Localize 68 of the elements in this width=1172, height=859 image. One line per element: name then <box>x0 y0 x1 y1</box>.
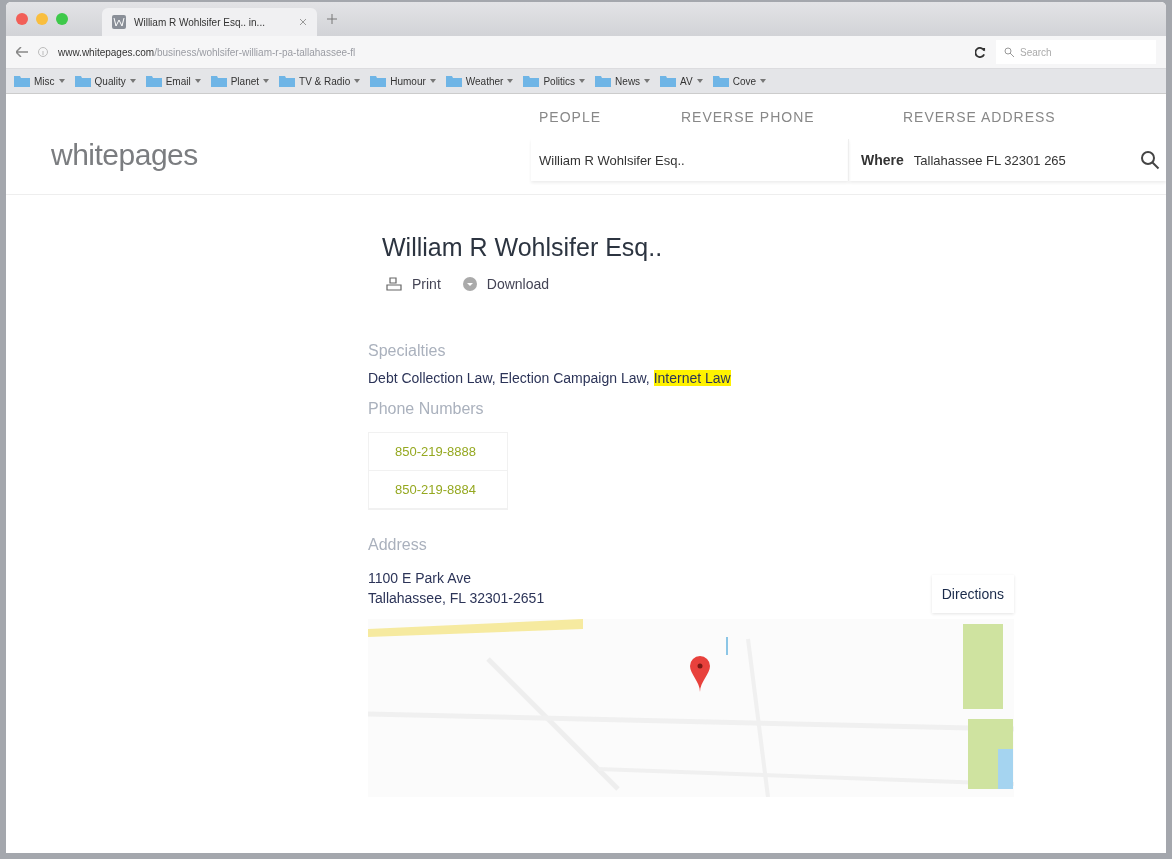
action-label: Print <box>412 276 441 292</box>
folder-icon <box>210 75 227 87</box>
zoom-window-button[interactable] <box>56 13 68 25</box>
folder-icon <box>145 75 162 87</box>
minimize-window-button[interactable] <box>36 13 48 25</box>
bookmark-folder[interactable]: AV <box>680 75 693 87</box>
bookmark-folder[interactable]: Misc <box>34 75 55 87</box>
folder-icon <box>279 75 296 87</box>
caret-icon <box>760 79 767 83</box>
reload-icon[interactable] <box>975 46 986 58</box>
caret-icon <box>579 79 586 83</box>
new-tab-icon[interactable] <box>327 14 337 24</box>
address-line: Tallahassee, FL 32301-2651 <box>368 589 545 609</box>
folder-icon <box>370 75 387 87</box>
caret-icon <box>696 79 703 83</box>
bookmark-folder[interactable]: Planet <box>230 75 260 87</box>
bookmark-folder[interactable]: Quality <box>94 75 126 87</box>
search-placeholder: Search <box>1020 46 1052 58</box>
section-heading: Specialties <box>368 342 447 360</box>
folder-icon <box>445 75 462 87</box>
browser-tab[interactable]: William R Wohlsifer Esq.. in... <box>102 8 317 36</box>
action-label: Download <box>486 276 550 292</box>
caret-icon <box>507 79 514 83</box>
folder-icon <box>74 75 91 87</box>
section-heading: Phone Numbers <box>368 400 485 418</box>
tab-title: William R Wohlsifer Esq.. in... <box>134 16 266 28</box>
nav-link[interactable]: REVERSE PHONE <box>681 108 903 125</box>
download-link[interactable]: Download <box>462 276 550 292</box>
nav-link[interactable]: REVERSE ADDRESS <box>903 108 1103 125</box>
bookmark-folder[interactable]: Weather <box>465 75 504 87</box>
caret-icon <box>644 79 651 83</box>
site-favicon-icon <box>112 15 126 29</box>
info-icon[interactable] <box>38 47 48 57</box>
name-search-field[interactable]: William R Wohlsifer Esq.. <box>531 139 849 181</box>
bookmark-folder[interactable]: Politics <box>543 75 576 87</box>
caret-icon <box>263 79 270 83</box>
bookmark-folder[interactable]: Humour <box>390 75 426 87</box>
caret-icon <box>58 79 65 83</box>
bookmark-folder[interactable]: TV & Radio <box>299 75 351 87</box>
close-icon[interactable] <box>299 18 307 26</box>
close-window-button[interactable] <box>16 13 28 25</box>
caret-icon <box>194 79 201 83</box>
directions-button[interactable]: Directions <box>931 574 1014 613</box>
caret-icon <box>354 79 361 83</box>
search-icon <box>1004 47 1014 57</box>
url-text[interactable]: www.whitepages.com/business/wohlsifer-william-r-pa-tallahassee-fl <box>58 46 965 58</box>
nav-link[interactable]: PEOPLE <box>539 108 681 125</box>
search-icon[interactable] <box>1140 150 1160 170</box>
bookmark-folder[interactable]: News <box>615 75 641 87</box>
print-link[interactable]: Print <box>386 276 441 292</box>
specialties-text: Debt Collection Law, Election Campaign Law, Internet Law <box>368 370 732 386</box>
address-line: 1100 E Park Ave <box>368 569 471 588</box>
download-icon <box>462 277 477 291</box>
business-name: William R Wohlsifer Esq.. <box>382 233 664 262</box>
bookmark-folder[interactable]: Cove <box>732 75 757 87</box>
caret-icon <box>429 79 436 83</box>
back-arrow-icon[interactable] <box>16 47 28 57</box>
folder-icon <box>660 75 677 87</box>
folder-icon <box>14 75 30 87</box>
folder-icon <box>712 75 729 87</box>
caret-icon <box>129 79 136 83</box>
section-heading: Address <box>368 536 428 554</box>
folder-icon <box>595 75 612 87</box>
printer-icon <box>386 277 402 291</box>
bookmark-folder[interactable]: Email <box>165 75 191 87</box>
whitepages-logo[interactable]: whitepages <box>6 94 531 194</box>
folder-icon <box>523 75 540 87</box>
location-search-field[interactable]: Where Tallahassee FL 32301 265 <box>849 139 1166 181</box>
